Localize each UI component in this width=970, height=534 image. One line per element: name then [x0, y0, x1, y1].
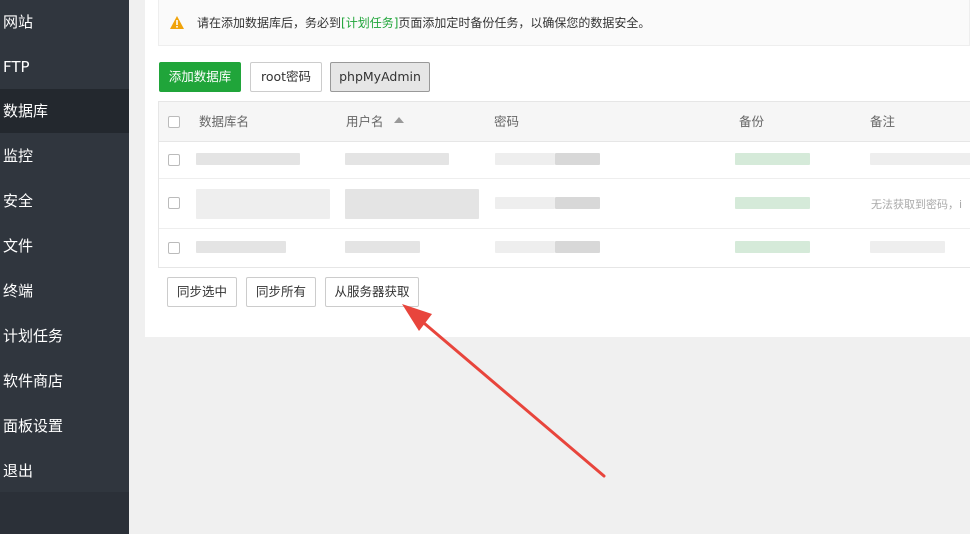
annotation-arrow	[402, 304, 606, 478]
